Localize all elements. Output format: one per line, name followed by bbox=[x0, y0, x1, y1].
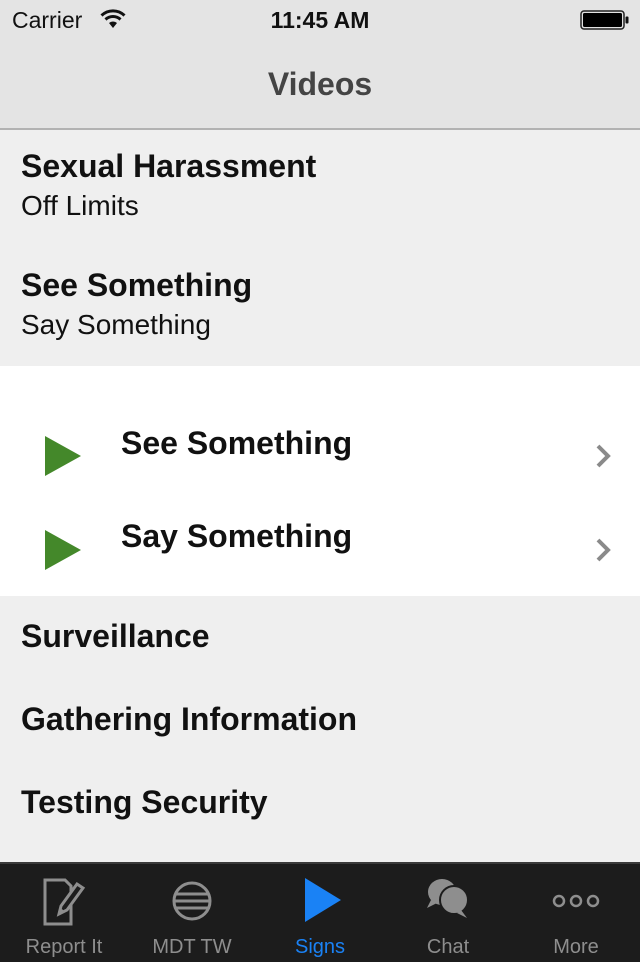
chevron-right-icon bbox=[596, 538, 611, 562]
tab-label: Chat bbox=[426, 936, 470, 958]
play-icon bbox=[305, 878, 341, 922]
tab-label: More bbox=[553, 936, 599, 958]
list-item-title: See Something bbox=[21, 267, 253, 303]
battery-icon bbox=[580, 10, 629, 30]
list-item[interactable]: Gathering Information bbox=[0, 678, 640, 761]
chevron-right-icon bbox=[596, 444, 611, 468]
video-row-say-something[interactable]: Say Something bbox=[0, 502, 640, 592]
navigation-bar: Videos bbox=[0, 40, 640, 130]
play-icon bbox=[45, 436, 81, 476]
video-row-see-something[interactable]: See Something bbox=[0, 408, 640, 498]
list-item-title: Sexual Harassment bbox=[21, 148, 317, 184]
tab-label: MDT TW bbox=[152, 936, 232, 958]
globe-stripes-icon bbox=[172, 881, 212, 921]
tab-chat[interactable]: Chat bbox=[384, 864, 512, 962]
play-icon bbox=[45, 530, 81, 570]
chat-bubbles-icon bbox=[427, 879, 469, 918]
video-title: See Something bbox=[121, 425, 353, 461]
list-item[interactable]: Testing Security bbox=[0, 761, 640, 844]
list-item[interactable]: Surveillance bbox=[0, 596, 640, 678]
list-item-title: Surveillance bbox=[21, 618, 210, 654]
list-item[interactable]: See Something Say Something bbox=[0, 248, 640, 366]
list-item[interactable]: Sexual Harassment Off Limits bbox=[0, 130, 640, 248]
more-dots-icon bbox=[552, 894, 600, 908]
report-edit-icon bbox=[43, 878, 86, 926]
tab-label: Report It bbox=[25, 936, 103, 958]
tab-label: Signs bbox=[294, 936, 346, 958]
tab-signs[interactable]: Signs bbox=[256, 864, 384, 962]
list-item-title: Gathering Information bbox=[21, 701, 357, 737]
tab-more[interactable]: More bbox=[512, 864, 640, 962]
tab-mdt-tw[interactable]: MDT TW bbox=[128, 864, 256, 962]
list-item-subtitle: Off Limits bbox=[21, 190, 139, 221]
page-title: Videos bbox=[267, 66, 373, 102]
status-time: 11:45 AM bbox=[270, 7, 370, 33]
video-list: See Something Say Something bbox=[0, 366, 640, 596]
top-section: Sexual Harassment Off Limits See Somethi… bbox=[0, 130, 640, 366]
tab-report-it[interactable]: Report It bbox=[0, 864, 128, 962]
bottom-section: Surveillance Gathering Information Testi… bbox=[0, 596, 640, 862]
list-item-title: Testing Security bbox=[21, 784, 268, 820]
list-item-subtitle: Say Something bbox=[21, 309, 211, 340]
status-bar: Carrier 11:45 AM bbox=[0, 0, 640, 40]
tab-bar: Report It MDT TW Signs Chat More bbox=[0, 862, 640, 962]
video-title: Say Something bbox=[121, 518, 353, 554]
